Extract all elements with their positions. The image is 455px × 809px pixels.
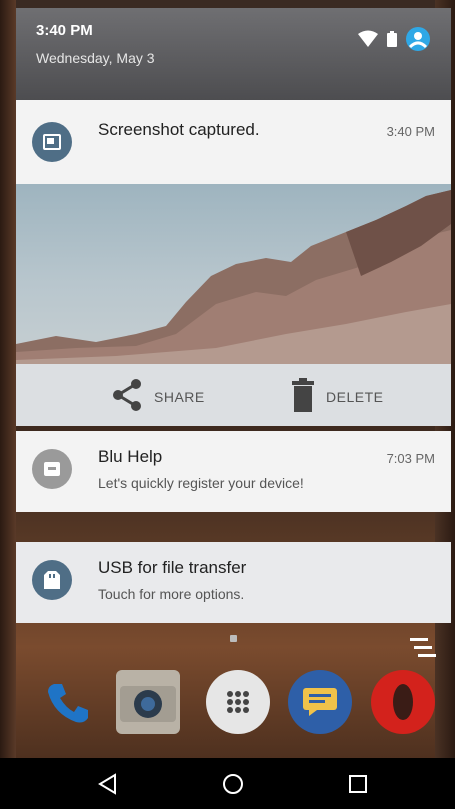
notification-title: Blu Help bbox=[98, 447, 163, 466]
notification-blu-help[interactable]: Blu Help Let's quickly register your dev… bbox=[16, 431, 451, 512]
home-dock bbox=[16, 660, 451, 750]
screenshot-preview-image[interactable] bbox=[16, 184, 451, 364]
screen-edge-left bbox=[0, 0, 16, 809]
share-label: SHARE bbox=[154, 388, 205, 405]
usb-icon bbox=[32, 560, 72, 600]
messages-icon[interactable] bbox=[288, 670, 352, 734]
notification-subtitle: Touch for more options. bbox=[98, 586, 245, 602]
device-screen: 3:40 PM Wednesday, May 3 Screenshot capt… bbox=[0, 0, 455, 809]
app-drawer-icon[interactable] bbox=[206, 670, 270, 734]
account-icon[interactable] bbox=[405, 26, 431, 52]
status-icons bbox=[357, 26, 431, 52]
notification-usb[interactable]: USB for file transfer Touch for more opt… bbox=[16, 542, 451, 623]
delete-label: DELETE bbox=[326, 388, 384, 405]
help-icon bbox=[32, 449, 72, 489]
phone-icon[interactable] bbox=[36, 670, 100, 734]
wifi-icon bbox=[357, 30, 379, 48]
share-button[interactable]: SHARE bbox=[112, 378, 205, 415]
status-time: 3:40 PM bbox=[36, 22, 93, 39]
back-icon[interactable] bbox=[95, 772, 119, 796]
opera-icon[interactable] bbox=[371, 670, 435, 734]
status-date: Wednesday, May 3 bbox=[36, 50, 155, 66]
recents-icon[interactable] bbox=[346, 772, 370, 796]
notification-title: USB for file transfer bbox=[98, 558, 247, 577]
trash-icon bbox=[292, 378, 314, 415]
screenshot-icon bbox=[32, 122, 72, 162]
page-indicator bbox=[230, 635, 237, 642]
notification-title: Screenshot captured. bbox=[98, 120, 260, 139]
share-icon bbox=[112, 378, 142, 415]
notification-screenshot[interactable]: Screenshot captured. 3:40 PM SHARE DELET… bbox=[16, 100, 451, 426]
delete-button[interactable]: DELETE bbox=[292, 378, 383, 415]
notification-subtitle: Let's quickly register your device! bbox=[98, 475, 304, 491]
home-icon[interactable] bbox=[221, 772, 245, 796]
battery-icon bbox=[387, 31, 397, 47]
camera-icon[interactable] bbox=[116, 670, 180, 734]
notification-time: 7:03 PM bbox=[386, 451, 435, 466]
notification-actions: SHARE DELETE bbox=[16, 364, 451, 426]
navigation-bar bbox=[0, 758, 455, 809]
quick-settings-header[interactable]: 3:40 PM Wednesday, May 3 bbox=[16, 8, 451, 100]
notification-time: 3:40 PM bbox=[386, 124, 435, 139]
